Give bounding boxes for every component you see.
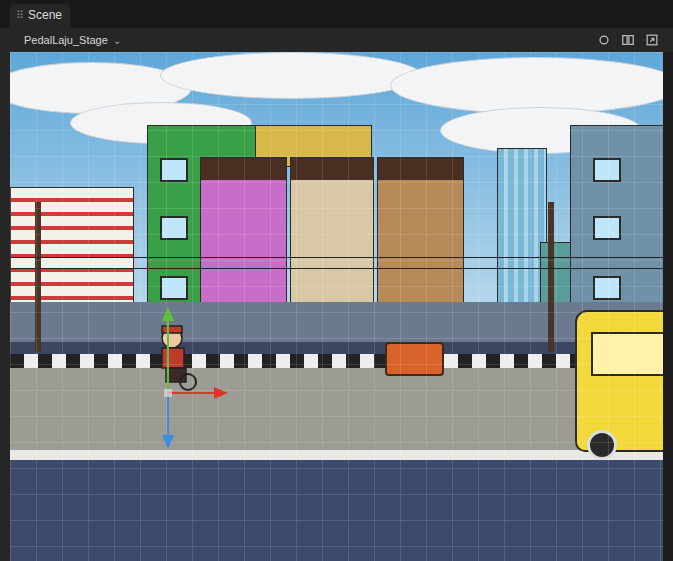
tab-label: Scene [28,8,62,22]
colonial-building [10,187,134,309]
power-line [10,268,663,269]
book-icon[interactable] [621,33,635,47]
scene-selector[interactable]: PedalLaju_Stage ⌄ [24,34,121,46]
utility-pole [35,202,41,352]
drag-handle-icon[interactable]: ⠿ [16,9,24,22]
blue-building [570,125,663,332]
scene-grid [10,52,663,561]
gizmo-toggle-icon[interactable] [597,33,611,47]
move-gizmo-icon[interactable] [150,303,230,453]
dropdown-caret-icon: ⌄ [113,35,121,46]
curb [10,450,663,460]
toolbar-tools [597,33,659,47]
maximize-icon[interactable] [645,33,659,47]
bus-sprite[interactable] [575,310,663,452]
utility-pole [548,202,554,352]
toolbar: PedalLaju_Stage ⌄ [0,28,673,52]
cloud [160,52,422,99]
viewport-row [0,52,673,561]
power-line [10,257,663,258]
road [10,368,663,450]
cloud [390,57,663,114]
sidewalk [10,302,663,342]
cart-sprite[interactable] [385,342,444,376]
scene-window: ⠿ Scene PedalLaju_Stage ⌄ [0,0,673,561]
scene-tab[interactable]: ⠿ Scene [10,4,70,28]
scene-name: PedalLaju_Stage [24,34,108,46]
window-edge [663,52,673,561]
ground [10,460,663,561]
road-barrier [10,342,663,368]
tab-bar: ⠿ Scene [0,0,673,28]
scene-viewport[interactable] [10,52,663,561]
cyclist-sprite[interactable] [150,324,200,392]
